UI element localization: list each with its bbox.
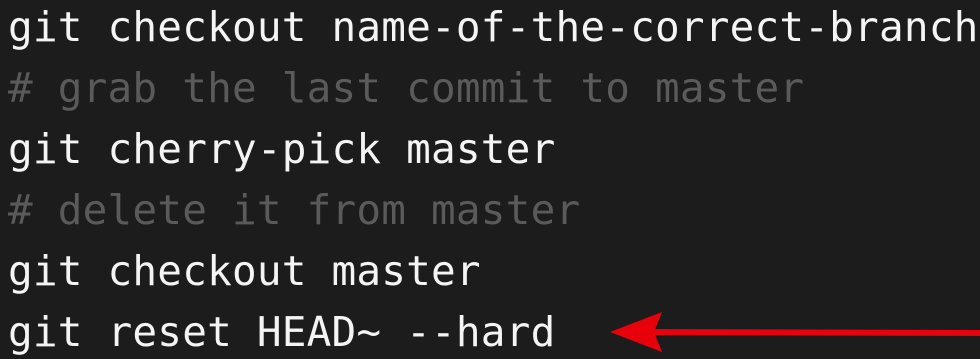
command-line-checkout-master: git checkout master <box>8 247 481 295</box>
comment-line-delete-from-master: # delete it from master <box>8 186 581 234</box>
command-line-checkout-branch: git checkout name-of-the-correct-branch <box>8 3 979 51</box>
left-arrow-icon <box>610 312 980 352</box>
terminal-output: git checkout name-of-the-correct-branch … <box>0 0 980 359</box>
command-line-cherry-pick: git cherry-pick master <box>8 125 556 173</box>
command-line-reset-hard: git reset HEAD~ --hard <box>8 308 556 356</box>
comment-line-grab-commit: # grab the last commit to master <box>8 64 805 112</box>
